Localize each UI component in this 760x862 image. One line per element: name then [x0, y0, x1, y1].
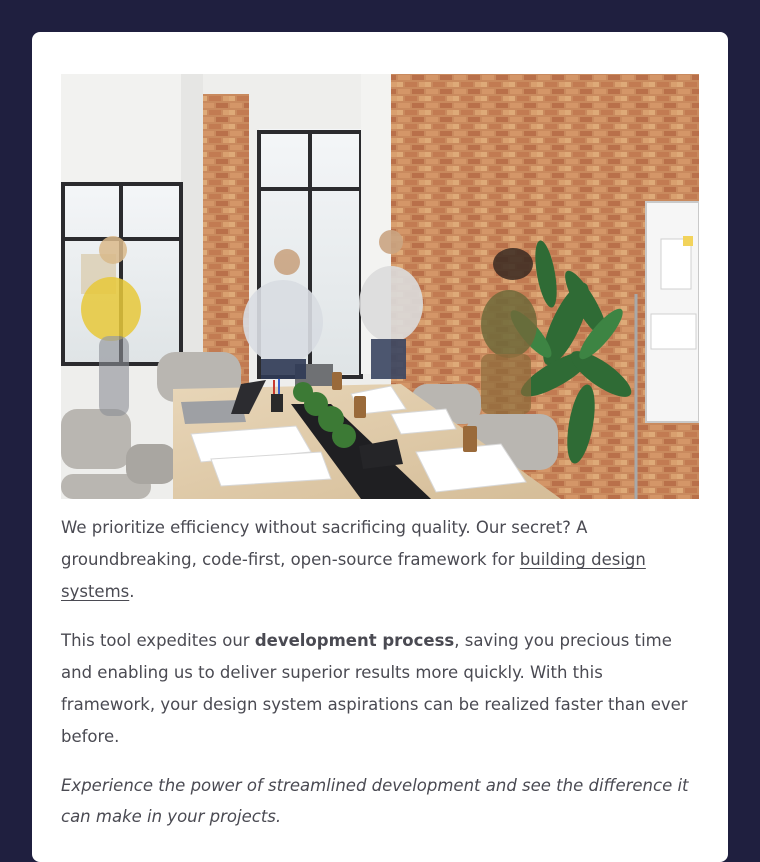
- process-paragraph: This tool expedites our development proc…: [61, 625, 699, 753]
- process-text-start: This tool expedites our: [61, 631, 255, 650]
- article-body: We prioritize efficiency without sacrifi…: [61, 512, 699, 832]
- content-card: We prioritize efficiency without sacrifi…: [32, 32, 728, 862]
- process-emphasis: development process: [254, 631, 455, 650]
- hero-image: [61, 74, 699, 499]
- intro-end: .: [129, 582, 135, 601]
- intro-text: We prioritize efficiency without sacrifi…: [61, 518, 588, 569]
- closing-paragraph: Experience the power of streamlined deve…: [61, 776, 689, 826]
- intro-paragraph: We prioritize efficiency without sacrifi…: [61, 512, 699, 608]
